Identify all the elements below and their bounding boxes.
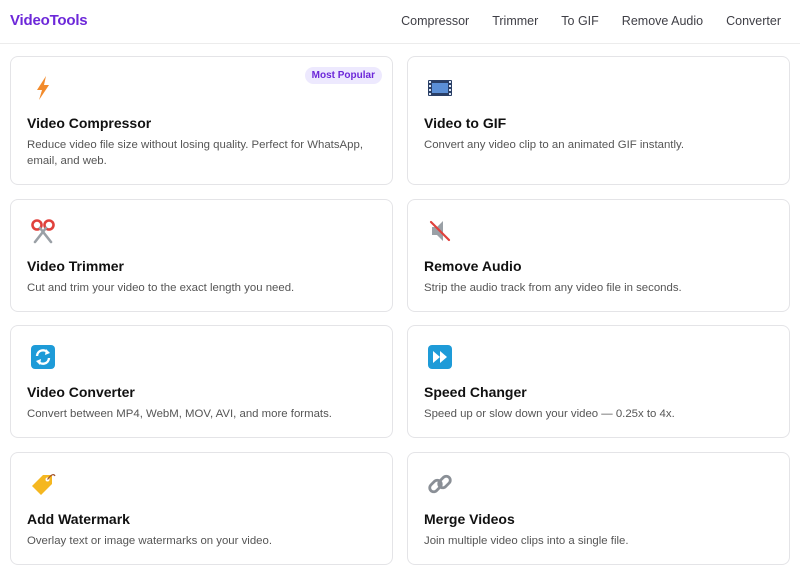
nav-link-remove-audio[interactable]: Remove Audio bbox=[622, 14, 703, 28]
card-description: Reduce video file size without losing qu… bbox=[27, 139, 363, 167]
card-description: Convert any video clip to an animated GI… bbox=[424, 139, 685, 151]
card-title: Video Trimmer bbox=[27, 258, 125, 274]
card-title: Add Watermark bbox=[27, 511, 130, 527]
nav-link-converter[interactable]: Converter bbox=[726, 14, 781, 28]
card-speed-changer[interactable]: Speed Changer Speed up or slow down your… bbox=[407, 325, 790, 438]
nav-link-trimmer[interactable]: Trimmer bbox=[492, 14, 538, 28]
card-description: Speed up or slow down your video — 0.25x… bbox=[424, 408, 675, 420]
card-video-converter[interactable]: Video Converter Convert between MP4, Web… bbox=[10, 325, 393, 438]
brand-logo[interactable]: VideoTools bbox=[10, 12, 88, 29]
card-description: Overlay text or image watermarks on your… bbox=[27, 535, 272, 547]
tag-icon bbox=[32, 474, 56, 495]
convert-arrows-icon bbox=[31, 345, 55, 369]
nav-link-to-gif[interactable]: To GIF bbox=[561, 14, 599, 28]
card-description: Strip the audio track from any video fil… bbox=[424, 282, 682, 294]
top-nav: VideoTools Compressor Trimmer To GIF Rem… bbox=[0, 0, 800, 44]
card-title: Remove Audio bbox=[424, 258, 522, 274]
link-icon bbox=[428, 474, 452, 494]
card-title: Video Compressor bbox=[27, 115, 152, 131]
card-remove-audio[interactable]: Remove Audio Strip the audio track from … bbox=[407, 199, 790, 312]
card-video-trimmer[interactable]: Video Trimmer Cut and trim your video to… bbox=[10, 199, 393, 312]
card-video-to-gif[interactable]: Video to GIF Convert any video clip to a… bbox=[407, 56, 790, 185]
card-description: Cut and trim your video to the exact len… bbox=[27, 282, 295, 294]
card-add-watermark[interactable]: Add Watermark Overlay text or image wate… bbox=[10, 452, 393, 565]
card-merge-videos[interactable]: Merge Videos Join multiple video clips i… bbox=[407, 452, 790, 565]
card-video-compressor[interactable]: Most Popular Video Compressor Reduce vid… bbox=[10, 56, 393, 185]
card-description: Join multiple video clips into a single … bbox=[424, 535, 629, 547]
card-title: Video Converter bbox=[27, 384, 135, 400]
card-description: Convert between MP4, WebM, MOV, AVI, and… bbox=[27, 408, 332, 420]
muted-speaker-icon bbox=[429, 220, 451, 242]
film-icon bbox=[428, 80, 452, 96]
most-popular-badge: Most Popular bbox=[304, 67, 382, 84]
scissors-icon bbox=[31, 219, 55, 244]
nav-links: Compressor Trimmer To GIF Remove Audio C… bbox=[378, 14, 781, 28]
fast-forward-icon bbox=[428, 345, 452, 369]
card-title: Video to GIF bbox=[424, 115, 507, 131]
card-title: Speed Changer bbox=[424, 384, 527, 400]
lightning-icon bbox=[37, 76, 49, 100]
nav-link-compressor[interactable]: Compressor bbox=[401, 14, 469, 28]
card-title: Merge Videos bbox=[424, 511, 515, 527]
